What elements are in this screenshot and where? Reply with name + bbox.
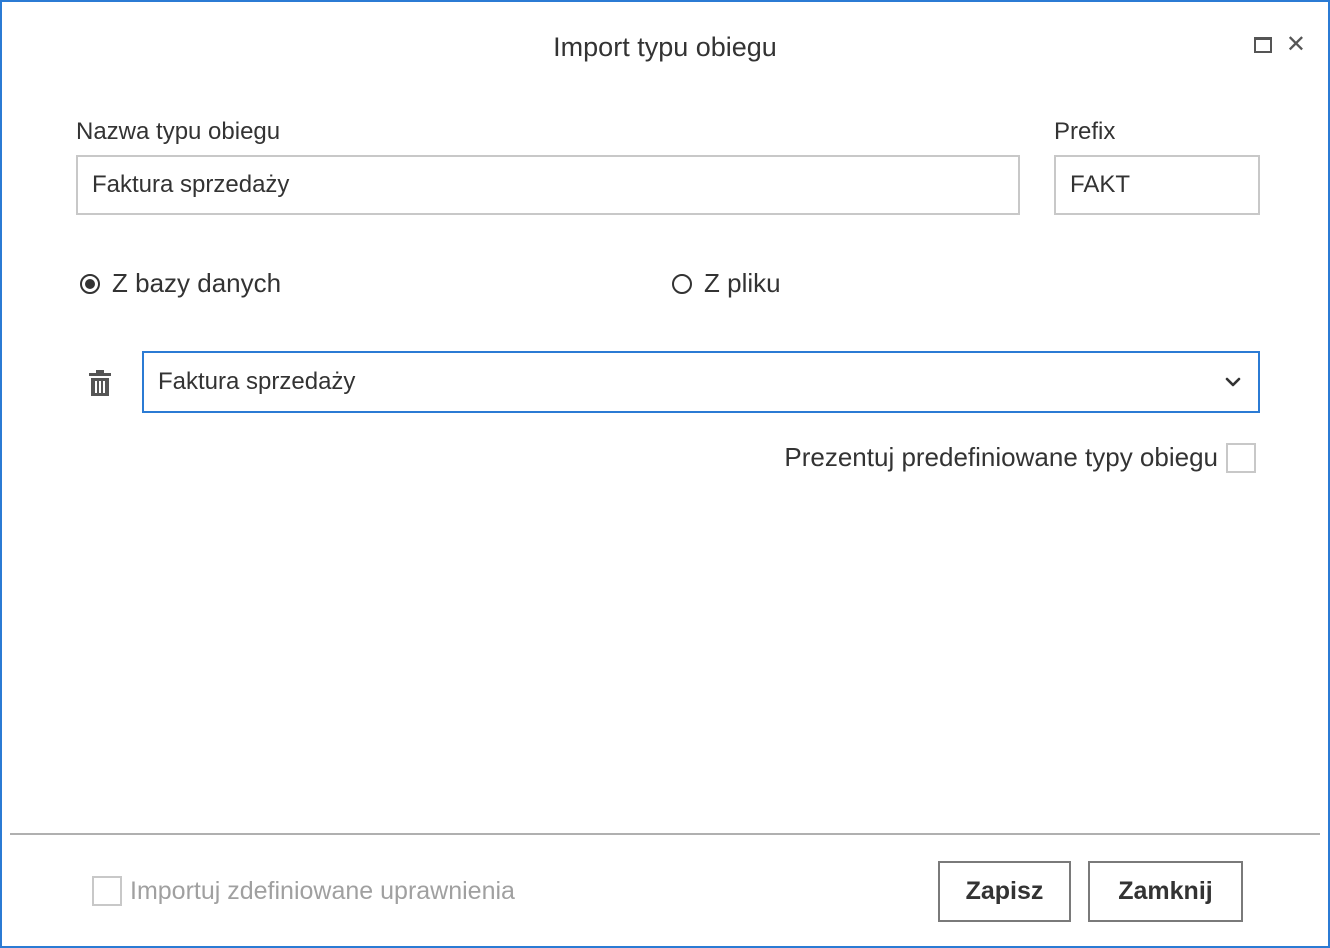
radio-from-file[interactable]: Z pliku	[672, 268, 781, 299]
workflow-type-select-value: Faktura sprzedaży	[158, 368, 356, 395]
save-button[interactable]: Zapisz	[938, 861, 1071, 922]
radio-checked-icon	[80, 273, 100, 294]
import-permissions-checkbox[interactable]	[92, 876, 122, 906]
chevron-down-icon	[1225, 377, 1241, 387]
radio-unchecked-icon	[672, 273, 692, 294]
name-field[interactable]: Faktura sprzedaży	[76, 155, 1020, 215]
predefined-types-label: Prezentuj predefiniowane typy obiegu	[784, 442, 1218, 472]
name-label: Nazwa typu obiegu	[76, 118, 281, 145]
import-permissions-label: Importuj zdefiniowane uprawnienia	[130, 876, 515, 905]
radio-from-database-label: Z bazy danych	[112, 268, 282, 298]
prefix-field[interactable]: FAKT	[1054, 155, 1260, 215]
maximize-icon[interactable]	[1253, 37, 1272, 53]
close-button[interactable]: Zamknij	[1088, 861, 1243, 922]
close-icon[interactable]: ✕	[1286, 33, 1306, 57]
radio-from-file-label: Z pliku	[704, 268, 781, 298]
import-permissions-row: Importuj zdefiniowane uprawnienia	[92, 876, 515, 906]
import-dialog: Import typu obiegu ✕ Nazwa typu obiegu F…	[0, 0, 1330, 948]
name-field-value: Faktura sprzedaży	[92, 171, 290, 198]
prefix-field-value: FAKT	[1070, 171, 1131, 198]
predefined-types-checkbox[interactable]	[1226, 442, 1256, 473]
window-controls: ✕	[1253, 33, 1306, 57]
trash-icon[interactable]	[88, 370, 112, 396]
predefined-types-row: Prezentuj predefiniowane typy obiegu	[784, 442, 1256, 473]
workflow-type-select[interactable]: Faktura sprzedaży	[142, 351, 1260, 413]
radio-from-database[interactable]: Z bazy danych	[80, 268, 281, 299]
footer-divider	[10, 833, 1320, 835]
prefix-label: Prefix	[1054, 118, 1116, 145]
dialog-title: Import typu obiegu	[553, 32, 777, 62]
